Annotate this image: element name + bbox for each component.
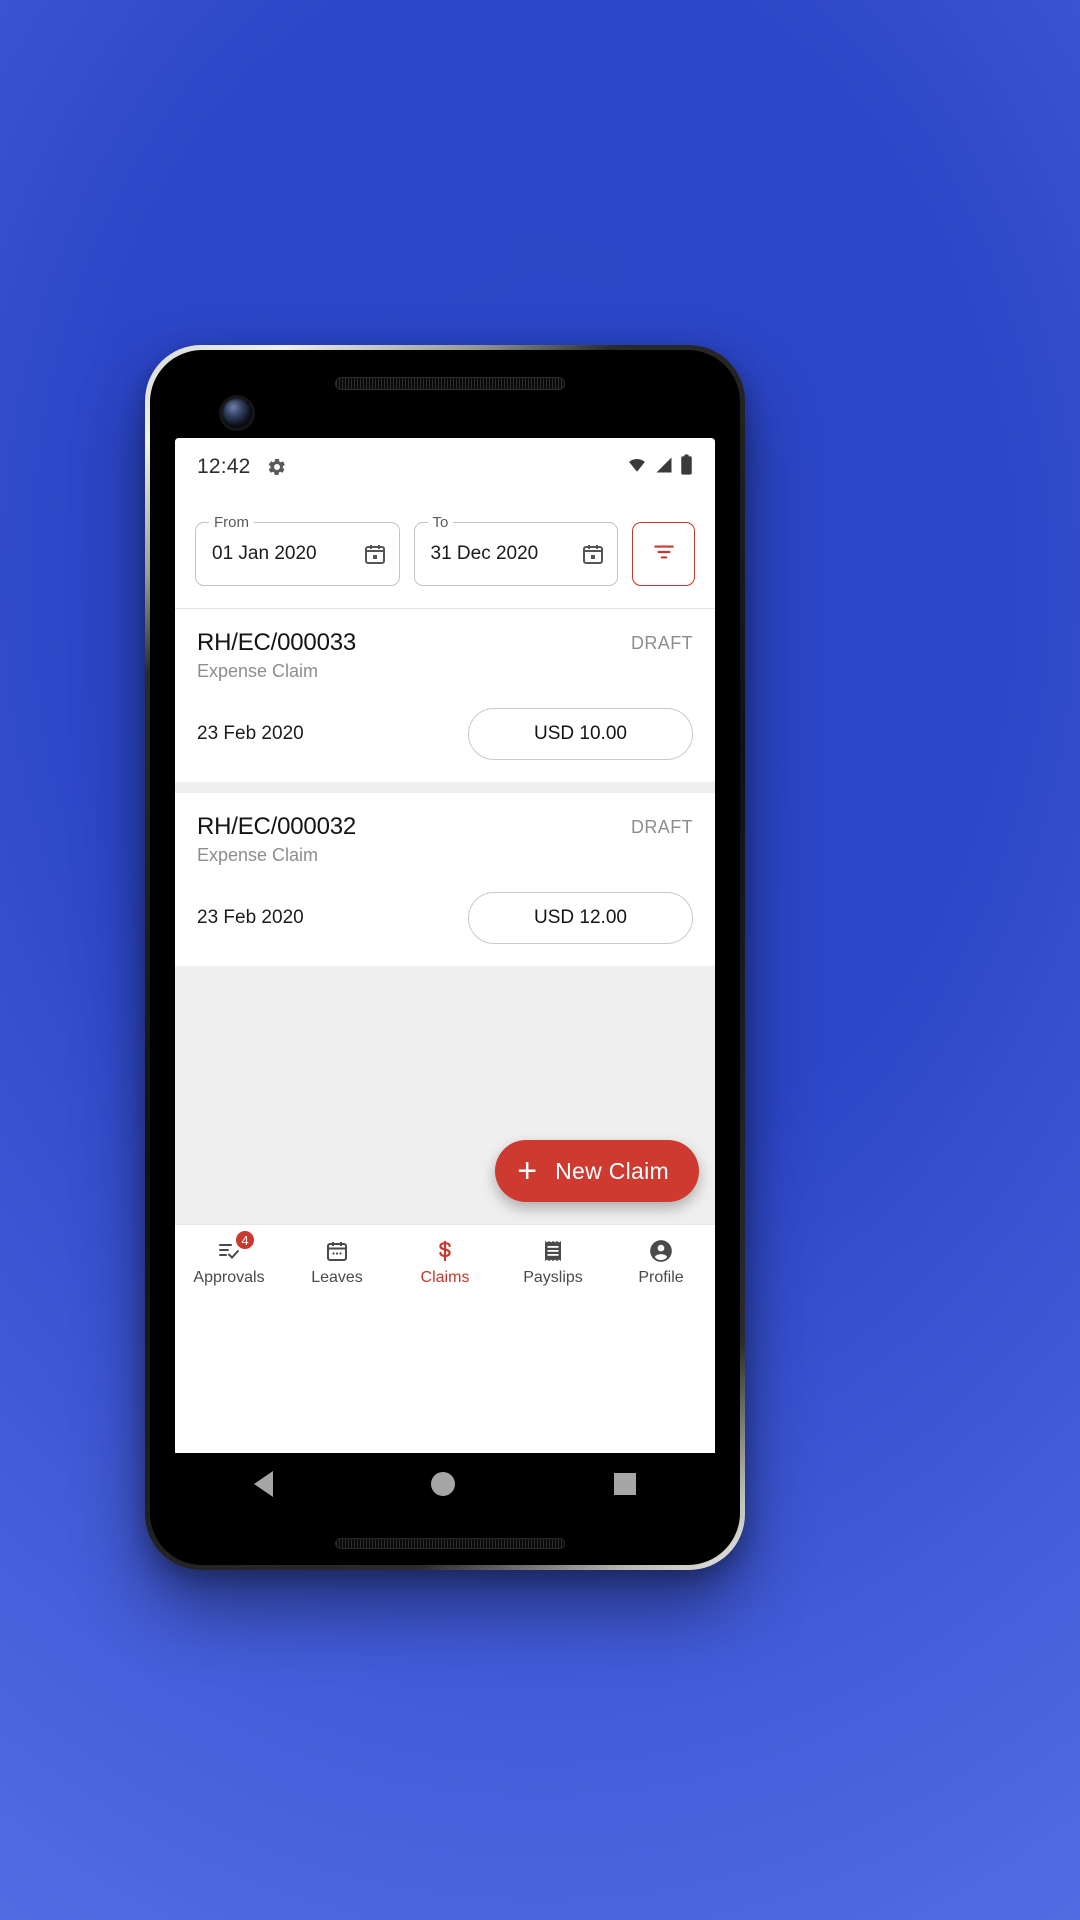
date-filter-bar: From 01 Jan 2020 To 31 Dec 2020 (175, 496, 715, 609)
new-claim-button[interactable]: + New Claim (495, 1140, 699, 1202)
dollar-icon (434, 1238, 456, 1264)
cellular-signal-icon (654, 456, 674, 479)
android-navigation-bar (175, 1453, 715, 1515)
nav-label-approvals: Approvals (193, 1269, 265, 1286)
nav-label-leaves: Leaves (311, 1269, 363, 1286)
calendar-icon[interactable] (363, 542, 387, 566)
status-badge: DRAFT (631, 633, 693, 653)
nav-item-claims[interactable]: Claims (391, 1238, 499, 1287)
to-date-field[interactable]: To 31 Dec 2020 (413, 514, 618, 586)
claim-id: RH/EC/000032 (197, 813, 357, 840)
nav-label-profile: Profile (638, 1269, 684, 1286)
claim-card-header: RH/EC/000033 DRAFT (197, 629, 693, 657)
status-bar-time: 12:42 (197, 455, 251, 478)
checklist-icon: 4 (216, 1229, 256, 1264)
claim-card-footer: 23 Feb 2020 USD 10.00 (197, 708, 693, 760)
nav-item-approvals[interactable]: 4 Approvals (175, 1229, 283, 1287)
phone-bezel: 12:42 From 01 Jan 2020 To 31 Dec 2020 RH… (150, 350, 740, 1565)
nav-item-profile[interactable]: Profile (607, 1238, 715, 1287)
from-date-label: From (209, 514, 254, 531)
phone-screen: 12:42 From 01 Jan 2020 To 31 Dec 2020 RH… (175, 438, 715, 1468)
phone-device: 12:42 From 01 Jan 2020 To 31 Dec 2020 RH… (145, 345, 745, 1570)
home-button-icon[interactable] (431, 1472, 456, 1496)
claim-type: Expense Claim (197, 845, 319, 865)
claim-type: Expense Claim (197, 661, 319, 681)
claim-date: 23 Feb 2020 (197, 907, 304, 928)
to-date-value: 31 Dec 2020 (430, 543, 539, 564)
claims-list[interactable]: RH/EC/000033 DRAFT Expense Claim 23 Feb … (175, 609, 715, 1224)
gear-icon (267, 457, 287, 477)
status-bar-icons (626, 454, 693, 480)
claim-card-header: RH/EC/000032 DRAFT (197, 813, 693, 841)
account-circle-icon (648, 1238, 674, 1264)
claim-card-footer: 23 Feb 2020 USD 12.00 (197, 892, 693, 944)
claim-amount[interactable]: USD 10.00 (468, 708, 693, 760)
status-bar: 12:42 (175, 438, 715, 496)
wifi-icon (626, 456, 648, 479)
recents-button-icon[interactable] (613, 1473, 636, 1495)
from-date-value: 01 Jan 2020 (212, 543, 317, 564)
new-claim-label: New Claim (555, 1157, 669, 1184)
status-badge: DRAFT (631, 817, 693, 837)
calendar-icon (325, 1238, 349, 1264)
nav-item-payslips[interactable]: Payslips (499, 1238, 607, 1287)
from-date-field[interactable]: From 01 Jan 2020 (195, 514, 400, 586)
battery-icon (680, 454, 693, 480)
nav-label-claims: Claims (420, 1269, 470, 1286)
receipt-icon (541, 1238, 565, 1264)
bottom-speaker-icon (335, 1538, 565, 1549)
claim-card[interactable]: RH/EC/000033 DRAFT Expense Claim 23 Feb … (175, 609, 715, 782)
filter-button[interactable] (632, 522, 695, 586)
claim-date: 23 Feb 2020 (197, 723, 304, 744)
earpiece-speaker-icon (335, 377, 565, 390)
approvals-badge: 4 (234, 1229, 256, 1251)
nav-label-payslips: Payslips (523, 1269, 583, 1286)
calendar-icon[interactable] (581, 542, 605, 566)
plus-icon: + (517, 1152, 538, 1190)
back-button-icon[interactable] (254, 1471, 274, 1497)
nav-item-leaves[interactable]: Leaves (283, 1238, 391, 1287)
claim-amount[interactable]: USD 12.00 (468, 892, 693, 944)
bottom-navigation: 4 Approvals Leaves Claims Payslips Profi… (175, 1224, 715, 1300)
claim-card[interactable]: RH/EC/000032 DRAFT Expense Claim 23 Feb … (175, 793, 715, 966)
filter-icon (651, 539, 677, 570)
to-date-label: To (427, 514, 454, 531)
claim-id: RH/EC/000033 (197, 629, 357, 656)
front-camera-icon (222, 398, 252, 428)
